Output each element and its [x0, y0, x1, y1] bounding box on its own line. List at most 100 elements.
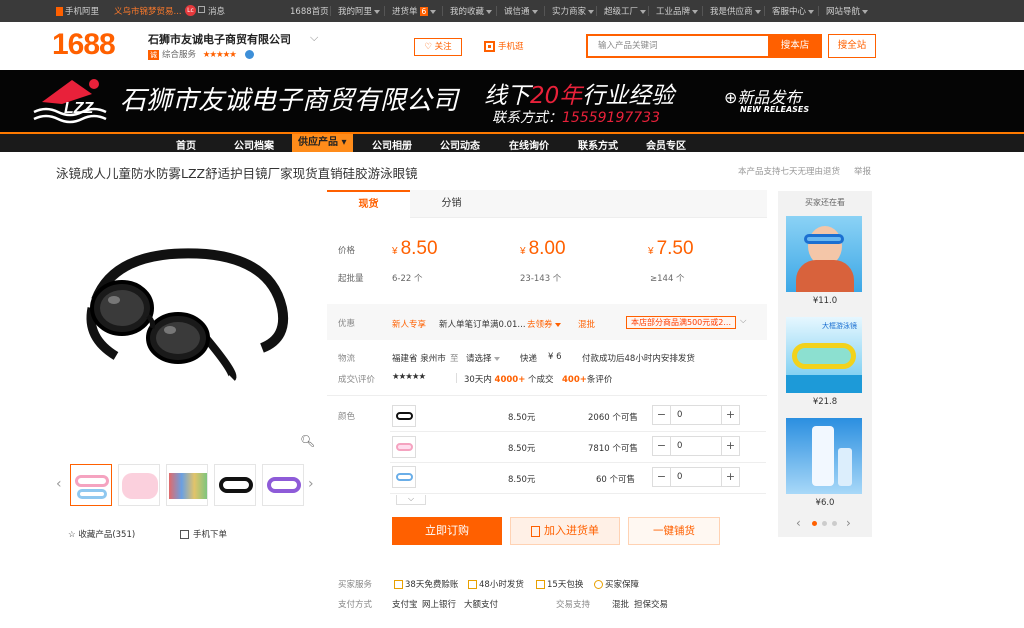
shop-banner[interactable]: LZZ 石狮市友诚电子商贸有限公司 线下20年行业经验 联系方式：1555919…	[0, 70, 1024, 132]
review-count[interactable]: 400+条评价	[562, 373, 612, 385]
chevron-down-icon	[862, 9, 869, 14]
nav-album[interactable]: 公司相册	[372, 137, 412, 152]
quantity-stepper[interactable]: −0 +	[652, 436, 740, 456]
mobile-shop-link[interactable]: 手机逛	[484, 40, 524, 52]
cart-menu[interactable]: 进货单 6	[392, 5, 437, 17]
nav-company-profile[interactable]: 公司档案	[234, 137, 274, 152]
service-credit[interactable]: 38天免费赊账	[394, 578, 458, 590]
chevron-down-icon	[531, 9, 538, 14]
my-ali-menu[interactable]: 我的阿里	[338, 5, 381, 17]
quantity-input[interactable]: 0	[677, 410, 682, 420]
pay-alipay: 支付宝	[392, 600, 418, 610]
nav-member[interactable]: 会员专区	[646, 137, 686, 152]
service-protection[interactable]: 买家保障	[594, 578, 639, 590]
quantity-input[interactable]: 0	[677, 441, 682, 451]
chevron-down-icon[interactable]: ⌵	[310, 31, 318, 45]
minus-button[interactable]: −	[653, 437, 671, 455]
follow-button[interactable]: ♡ 关注	[414, 38, 462, 56]
cart-count-badge: 6	[419, 7, 429, 16]
thumbnail-4[interactable]	[214, 464, 256, 506]
search-all-button[interactable]: 搜全站	[828, 34, 876, 58]
plus-button[interactable]: +	[721, 468, 739, 486]
add-to-cart-button[interactable]: 加入进货单	[510, 517, 620, 545]
service-exchange[interactable]: 15天包换	[536, 578, 583, 590]
sku-expand-toggle[interactable]: ⌵	[396, 495, 426, 505]
quantity-stepper[interactable]: −0 +	[652, 405, 740, 425]
product-main-image[interactable]	[56, 188, 320, 452]
deal-count[interactable]: 30天内 4000+ 个成交	[464, 373, 554, 385]
home-link[interactable]: 1688首页	[290, 5, 329, 17]
minus-button[interactable]: −	[653, 406, 671, 424]
also-viewed-prev-arrow[interactable]: ‹	[796, 516, 801, 530]
also-viewed-item-3[interactable]	[786, 418, 862, 494]
trust-link-menu[interactable]: 诚信通	[504, 5, 538, 17]
report-link[interactable]: 举报	[854, 167, 871, 177]
chevron-down-icon	[430, 9, 437, 14]
zoom-icon[interactable]: 🔍︎	[300, 434, 315, 448]
user-account-link[interactable]: 义乌市锦梦贸易...	[114, 5, 182, 17]
messages-link[interactable]: 消息	[198, 5, 225, 17]
thumbnail-1[interactable]	[70, 464, 112, 506]
sku-stock: 7810 个可售	[588, 444, 638, 454]
heart-icon: ♡	[424, 42, 432, 52]
shop-name[interactable]: 石狮市友诚电子商贸有限公司 ⌵	[148, 31, 318, 47]
minus-button[interactable]: −	[653, 468, 671, 486]
collect-button[interactable]: ☆ 收藏产品(351)	[68, 528, 135, 540]
nav-contact[interactable]: 联系方式	[578, 137, 618, 152]
sku-price: 8.50元	[508, 444, 536, 454]
sku-color-blue[interactable]	[392, 466, 416, 488]
goggles-image	[86, 248, 288, 381]
plus-button[interactable]: +	[721, 406, 739, 424]
supplier-menu[interactable]: 我是供应商	[710, 5, 761, 17]
sku-color-pink[interactable]	[392, 436, 416, 458]
carousel-dot-1[interactable]	[812, 521, 817, 526]
super-factory-menu[interactable]: 超级工厂	[604, 5, 647, 17]
promo-expand-icon[interactable]: ⌵	[740, 316, 746, 326]
plus-button[interactable]: +	[721, 437, 739, 455]
chevron-down-icon	[486, 9, 493, 14]
nav-inquiry[interactable]: 在线询价	[509, 137, 549, 152]
mobile-order-button[interactable]: 手机下单	[180, 528, 227, 540]
shop-coupon-tag[interactable]: 本店部分商品满500元或2...	[626, 316, 736, 329]
ship-to-label: 至	[450, 354, 459, 364]
search-input[interactable]: 输入产品关键词	[586, 34, 768, 58]
sku-color-black[interactable]	[392, 405, 416, 427]
claim-coupon-link[interactable]: 去领券	[527, 318, 561, 330]
site-nav-menu[interactable]: 网站导航	[826, 5, 869, 17]
thumb-next-arrow[interactable]: ›	[308, 476, 314, 492]
plus-circle-icon: ⊕	[724, 88, 738, 107]
order-now-button[interactable]: 立即订购	[392, 517, 502, 545]
tab-spot-goods[interactable]: 现货	[327, 190, 410, 218]
industrial-brand-menu[interactable]: 工业品牌	[656, 5, 699, 17]
thumb-prev-arrow[interactable]: ‹	[56, 476, 62, 492]
nav-products[interactable]: 供应产品 ▾	[292, 134, 353, 152]
favorites-menu[interactable]: 我的收藏	[450, 5, 493, 17]
thumbnail-3[interactable]	[166, 464, 208, 506]
carousel-dot-3[interactable]	[832, 521, 837, 526]
also-viewed-item-1[interactable]	[786, 216, 862, 292]
also-viewed-item-2[interactable]: 大框游泳镜	[786, 317, 862, 393]
quantity-stepper[interactable]: −0 +	[652, 467, 740, 487]
chevron-down-icon	[588, 9, 595, 14]
strong-merchant-menu[interactable]: 实力商家	[552, 5, 595, 17]
customer-service-menu[interactable]: 客服中心	[772, 5, 815, 17]
quantity-input[interactable]: 0	[677, 472, 682, 482]
mobile-ali-link[interactable]: 手机阿里	[56, 5, 99, 17]
nav-news[interactable]: 公司动态	[440, 137, 480, 152]
trust-badge-icon: 诚	[148, 50, 159, 60]
carousel-dot-2[interactable]	[822, 521, 827, 526]
site-logo[interactable]: 1688	[52, 28, 116, 62]
trade-label: 交易支持	[556, 600, 591, 610]
thumbnail-5[interactable]	[262, 464, 304, 506]
tab-distribution[interactable]: 分销	[410, 190, 493, 218]
thumbnail-2[interactable]	[118, 464, 160, 506]
qty-tier-2: 23-143 个	[520, 274, 562, 284]
also-viewed-next-arrow[interactable]: ›	[846, 516, 851, 530]
service-48h[interactable]: 48小时发货	[468, 578, 524, 590]
shop-nav: 首页 公司档案 供应产品 ▾ 公司相册 公司动态 在线询价 联系方式 会员专区	[0, 132, 1024, 152]
price-tier-1: ¥8.50	[392, 238, 438, 259]
ship-to-select[interactable]: 请选择	[466, 352, 500, 364]
one-key-distribute-button[interactable]: 一键铺货	[628, 517, 720, 545]
nav-home[interactable]: 首页	[176, 137, 196, 152]
search-shop-button[interactable]: 搜本店	[768, 34, 822, 58]
